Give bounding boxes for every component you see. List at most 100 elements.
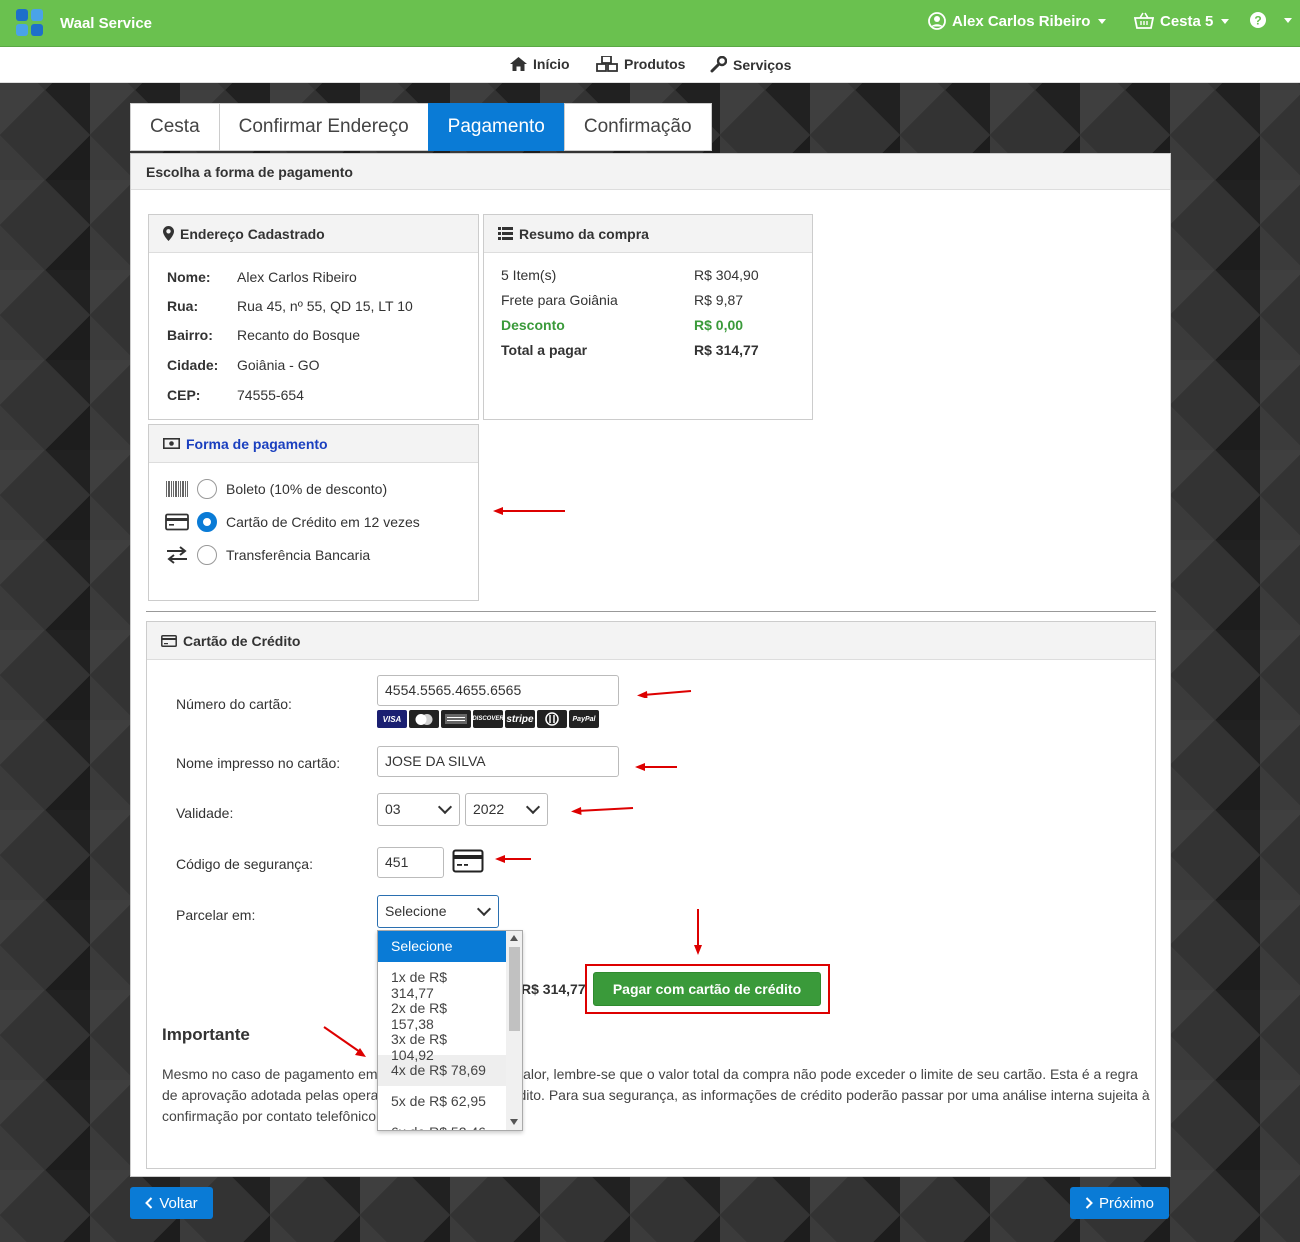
- payment-option-label: Transferência Bancaria: [226, 547, 371, 563]
- payment-option-label: Boleto (10% de desconto): [226, 481, 388, 497]
- payment-method-header: Forma de pagamento: [149, 425, 478, 463]
- panel-title: Escolha a forma de pagamento: [131, 154, 1170, 190]
- address-title: Endereço Cadastrado: [180, 225, 325, 242]
- address-label: Bairro:: [167, 327, 213, 343]
- home-icon: [510, 57, 527, 71]
- cart-label: Cesta 5: [1160, 12, 1214, 30]
- tab-confirmacao[interactable]: Confirmação: [563, 103, 712, 151]
- important-title: Importante: [162, 1025, 250, 1044]
- help-menu[interactable]: ?: [1250, 12, 1292, 28]
- back-button-label: Voltar: [159, 1194, 198, 1212]
- installment-option[interactable]: 6x de R$ 52,46: [378, 1117, 506, 1130]
- annotation-arrow-down: [694, 909, 702, 955]
- nav-services[interactable]: Serviços: [710, 56, 791, 73]
- nav-home[interactable]: Início: [510, 56, 570, 72]
- map-marker-icon: [163, 226, 174, 241]
- dropdown-scrollbar[interactable]: [506, 931, 522, 1130]
- card-number-input[interactable]: 4554.5565.4655.6565: [377, 675, 619, 706]
- nav-products[interactable]: Produtos: [596, 56, 685, 72]
- card-cvv-input[interactable]: 451: [377, 847, 444, 878]
- card-name-input[interactable]: JOSE DA SILVA: [377, 746, 619, 777]
- radio-credit-card[interactable]: [197, 512, 217, 532]
- scroll-up-icon[interactable]: [510, 935, 518, 941]
- tab-confirmar-endereco[interactable]: Confirmar Endereço: [218, 103, 428, 151]
- tab-pagamento[interactable]: Pagamento: [427, 103, 564, 151]
- amex-icon: [441, 710, 471, 728]
- payment-option-transfer[interactable]: Transferência Bancaria: [165, 545, 370, 565]
- back-button[interactable]: Voltar: [130, 1187, 213, 1219]
- radio-transfer[interactable]: [197, 545, 217, 565]
- summary-title: Resumo da compra: [519, 225, 649, 242]
- card-month-value: 03: [385, 801, 401, 817]
- installment-option[interactable]: 1x de R$ 314,77: [378, 962, 506, 1001]
- caret-down-icon: [1098, 18, 1107, 24]
- address-row-district: Bairro: Recanto do Bosque: [167, 327, 360, 343]
- payment-method-title: Forma de pagamento: [186, 435, 328, 452]
- discover-icon: DISCOVER: [472, 710, 504, 728]
- annotation-arrow-left: [571, 807, 634, 815]
- card-validity-label: Validade:: [176, 805, 234, 821]
- installments-dropdown[interactable]: Selecione 1x de R$ 314,77 2x de R$ 157,3…: [377, 930, 523, 1131]
- summary-discount-label: Desconto: [501, 317, 565, 333]
- chevron-left-icon: [145, 1197, 153, 1209]
- summary-items-label: 5 Item(s): [501, 267, 557, 283]
- payment-panel: Escolha a forma de pagamento Endereço Ca…: [130, 153, 1171, 1177]
- wrench-icon: [710, 56, 727, 73]
- annotation-arrow-left: [637, 690, 692, 698]
- payment-option-label: Cartão de Crédito em 12 vezes: [226, 514, 420, 530]
- scroll-down-icon[interactable]: [510, 1119, 518, 1125]
- next-button[interactable]: Próximo: [1070, 1187, 1169, 1219]
- summary-items-value: R$ 304,90: [694, 267, 759, 283]
- important-text: Mesmo no caso de pagamento em parcelas d…: [162, 1066, 1150, 1124]
- address-value: Goiânia - GO: [237, 357, 320, 373]
- address-value: Rua 45, nº 55, QD 15, LT 10: [237, 298, 413, 314]
- credit-card-icon: [161, 634, 177, 647]
- basket-icon: [1134, 12, 1154, 29]
- card-back-icon: [452, 849, 484, 873]
- visa-icon: VISA: [377, 710, 407, 728]
- top-bar: Waal Service Alex Carlos Ribeiro Cesta 5…: [0, 0, 1300, 47]
- user-menu[interactable]: Alex Carlos Ribeiro: [928, 12, 1107, 30]
- installment-option[interactable]: 5x de R$ 62,95: [378, 1086, 506, 1117]
- card-month-select[interactable]: 03: [377, 793, 460, 826]
- nav-services-label: Serviços: [733, 56, 792, 73]
- scrollbar-thumb[interactable]: [509, 947, 520, 1031]
- payment-option-credit-card[interactable]: Cartão de Crédito em 12 vezes: [165, 512, 420, 532]
- summary-box-header: Resumo da compra: [484, 215, 812, 253]
- annotation-arrow-down-right: [323, 1026, 366, 1057]
- summary-shipping-label: Frete para Goiânia: [501, 292, 618, 308]
- annotation-arrow-left: [635, 763, 677, 771]
- annotation-arrow-left: [495, 855, 531, 863]
- credit-card-header: Cartão de Crédito: [147, 622, 1155, 660]
- installment-option[interactable]: Selecione: [378, 931, 506, 962]
- radio-boleto[interactable]: [197, 479, 217, 499]
- address-label: Cidade:: [167, 357, 219, 373]
- pay-credit-card-button[interactable]: Pagar com cartão de crédito: [593, 972, 821, 1006]
- installments-label: Parcelar em:: [176, 907, 256, 923]
- tab-cesta[interactable]: Cesta: [130, 103, 219, 151]
- payment-option-boleto[interactable]: Boleto (10% de desconto): [165, 479, 387, 499]
- chevron-down-icon: [437, 799, 453, 815]
- address-label: Nome:: [167, 269, 211, 285]
- address-row-zip: CEP: 74555-654: [167, 387, 304, 403]
- address-box: Endereço Cadastrado Nome: Alex Carlos Rib…: [148, 214, 479, 420]
- diners-icon: [537, 710, 567, 728]
- credit-card-section: Cartão de Crédito Número do cartão: 4554…: [146, 621, 1156, 1169]
- nav-home-label: Início: [533, 56, 570, 72]
- question-circle-icon: ?: [1250, 12, 1266, 28]
- address-box-header: Endereço Cadastrado: [149, 215, 478, 253]
- nav-products-label: Produtos: [624, 56, 686, 72]
- chevron-down-icon: [476, 901, 492, 917]
- logo-icon: [16, 9, 44, 37]
- cart-menu[interactable]: Cesta 5: [1134, 12, 1230, 30]
- installments-select[interactable]: Selecione: [377, 895, 499, 928]
- card-year-select[interactable]: 2022: [465, 793, 548, 826]
- user-name: Alex Carlos Ribeiro: [952, 12, 1091, 30]
- installments-value: Selecione: [385, 903, 447, 919]
- main-nav: Início Produtos Serviços: [0, 47, 1300, 83]
- payment-method-box: Forma de pagamento Boleto (10% de descon…: [148, 424, 479, 601]
- chevron-right-icon: [1085, 1197, 1093, 1209]
- exchange-icon: [167, 546, 187, 564]
- credit-card-icon: [165, 513, 189, 531]
- brand-name: Waal Service: [60, 15, 152, 32]
